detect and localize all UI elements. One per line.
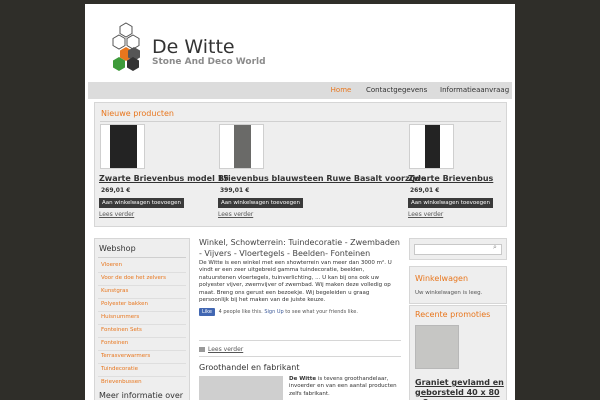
product-image[interactable] [100, 124, 145, 169]
divider [199, 340, 401, 341]
product-price: 269,01 € [101, 187, 131, 194]
wholesale-image [199, 376, 283, 400]
divider [98, 324, 186, 325]
divider [98, 311, 186, 312]
main-nav: Home Contactgegevens Informatieaanvraag [88, 82, 512, 99]
promotion-image[interactable] [415, 325, 459, 369]
new-products-title: Nieuwe producten [101, 109, 174, 118]
search-input[interactable] [414, 244, 502, 255]
facebook-signup-link[interactable]: Sign Up [264, 309, 283, 315]
read-more-link[interactable]: Lees verder [408, 211, 443, 218]
intro-title: Winkel, Schowterrein: Tuindecoratie - Zw… [199, 238, 400, 258]
logo-hex-icon [112, 22, 140, 71]
sidebar-item-brievenbussen[interactable]: Brievenbussen [101, 379, 142, 385]
sidebar-item-kunstgras[interactable]: Kunstgras [101, 288, 128, 294]
product-image[interactable] [409, 124, 454, 169]
sidebar-item-fonteinen[interactable]: Fonteinen [101, 340, 128, 346]
divider [98, 376, 186, 377]
facebook-like-widget: Like 4 people like this. Sign Up to see … [199, 308, 358, 316]
promotions-title: Recente promoties [415, 310, 491, 319]
product-price: 269,01 € [410, 187, 440, 194]
product-name[interactable]: Zwarte Brievenbus [408, 174, 493, 183]
brand-subtitle: Stone And Deco World [152, 57, 266, 67]
divider [98, 298, 186, 299]
page: De Witte Stone And Deco World Home Conta… [85, 4, 515, 400]
divider [199, 356, 401, 357]
intro-read-more-label[interactable]: Lees verder [208, 346, 243, 353]
wholesale-text-bold: De Witte [289, 376, 317, 382]
divider [98, 337, 186, 338]
divider [98, 363, 186, 364]
divider [98, 272, 186, 273]
facebook-like-suffix: to see what your friends like. [285, 309, 358, 315]
cart-title: Winkelwagen [415, 274, 469, 283]
add-to-cart-button[interactable]: Aan winkelwagen toevoegen [218, 198, 304, 208]
intro-read-more[interactable]: Lees verder [199, 346, 243, 353]
intro-text: De Witte is een winkel met een showterre… [199, 260, 392, 304]
sidebar-item-huisnummers[interactable]: Huisnummers [101, 314, 139, 320]
product-name[interactable]: Zwarte Brievenbus model 15 [99, 174, 229, 183]
webshop-title: Webshop [99, 244, 136, 253]
divider [98, 285, 186, 286]
sidebar-item-doe-het-zelvers[interactable]: Voor de doe het zelvers [101, 275, 166, 281]
add-to-cart-button[interactable]: Aan winkelwagen toevoegen [408, 198, 494, 208]
promotions-panel: Recente promoties Graniet gevlamd en geb… [409, 305, 507, 400]
wholesale-title: Groothandel en fabrikant [199, 363, 300, 372]
sidebar-item-polyester-bakken[interactable]: Polyester bakken [101, 301, 148, 307]
wholesale-text: De Witte is tevens groothandelaar, invoe… [289, 376, 399, 398]
product-image[interactable] [219, 124, 264, 169]
read-more-link[interactable]: Lees verder [218, 211, 253, 218]
facebook-like-button[interactable]: Like [199, 308, 215, 316]
product-price: 399,01 € [220, 187, 250, 194]
divider [98, 350, 186, 351]
promotion-name[interactable]: Graniet gevlamd en geborsteld 40 x 80 x … [415, 378, 507, 400]
nav-item-informatieaanvraag[interactable]: Informatieaanvraag [440, 82, 509, 99]
header: De Witte Stone And Deco World [85, 4, 515, 82]
cart-status: Uw winkelwagen is leeg. [415, 290, 483, 296]
sidebar-item-tuindecoratie[interactable]: Tuindecoratie [101, 366, 138, 372]
read-more-link[interactable]: Lees verder [99, 211, 134, 218]
nav-item-contactgegevens[interactable]: Contactgegevens [366, 82, 427, 99]
search-icon[interactable]: ⌕ [493, 243, 497, 252]
cart-panel: Winkelwagen Uw winkelwagen is leeg. [409, 266, 507, 304]
folder-icon [199, 347, 205, 352]
new-products-panel: Nieuwe producten Zwarte Brievenbus model… [94, 102, 507, 227]
product-name[interactable]: Brievenbus blauwsteen Ruwe Basalt voorzi… [218, 174, 426, 183]
nav-item-home[interactable]: Home [326, 82, 356, 99]
search-panel: ⌕ [409, 238, 507, 260]
sidebar-item-fonteinen-sets[interactable]: Fonteinen Sets [101, 327, 142, 333]
add-to-cart-button[interactable]: Aan winkelwagen toevoegen [99, 198, 185, 208]
more-info-title: Meer informatie over [99, 391, 184, 400]
sidebar-item-terrasverwarmers[interactable]: Terrasverwarmers [101, 353, 150, 359]
divider [98, 257, 186, 258]
divider [100, 121, 501, 122]
sidebar-item-vloeren[interactable]: Vloeren [101, 262, 122, 268]
main-content: Winkel, Schowterrein: Tuindecoratie - Zw… [197, 235, 402, 400]
facebook-like-count: 4 people like this. [218, 309, 263, 315]
right-sidebar: ⌕ Winkelwagen Uw winkelwagen is leeg. Re… [409, 238, 507, 400]
brand-title[interactable]: De Witte [152, 36, 235, 58]
webshop-sidebar: Webshop Vloeren Voor de doe het zelvers … [94, 238, 190, 400]
